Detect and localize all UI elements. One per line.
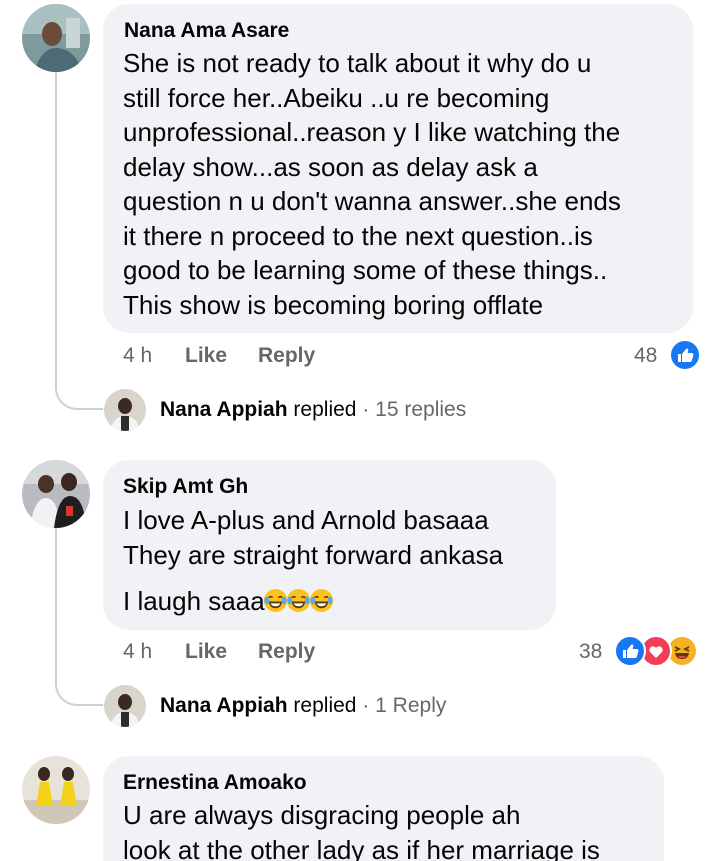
reply-avatar[interactable] bbox=[104, 685, 146, 727]
comment-timestamp[interactable]: 4 h bbox=[123, 640, 152, 664]
like-link[interactable]: Like bbox=[185, 640, 227, 664]
reply-link[interactable]: Reply bbox=[258, 344, 315, 368]
laugh-cry-emoji bbox=[309, 587, 334, 613]
comment-line: good to be learning some of these things… bbox=[123, 255, 608, 285]
comment-line: She is not ready to talk about it why do… bbox=[123, 48, 592, 78]
comment-text: She is not ready to talk about it why do… bbox=[123, 46, 621, 322]
comment-last-line: I laugh saaa bbox=[123, 584, 334, 619]
comment-line: delay show...as soon as delay ask a bbox=[123, 151, 538, 182]
like-icon bbox=[614, 635, 646, 667]
reply-label: Reply bbox=[258, 344, 316, 367]
laugh-cry-emoji bbox=[263, 587, 288, 613]
reply-count: 1 Reply bbox=[375, 694, 447, 717]
comment-line: question n u don't wanna answer..she end… bbox=[123, 186, 621, 216]
comment-line: U are always disgracing people ah bbox=[123, 800, 521, 830]
comment-line: still force her..Abeiku ..u re becoming bbox=[123, 82, 550, 113]
comment-line: it there n proceed to the next question.… bbox=[123, 220, 593, 251]
like-label: Like bbox=[185, 640, 228, 663]
comment-text: U are always disgracing people ah look a… bbox=[123, 798, 600, 861]
separator-dot: · bbox=[362, 398, 370, 421]
reaction-count[interactable]: 48 bbox=[634, 344, 657, 368]
comment-author[interactable]: Skip Amt Gh bbox=[123, 475, 248, 499]
comment-line: This show is becoming boring offlate bbox=[123, 289, 544, 320]
commenter-avatar[interactable] bbox=[22, 4, 90, 72]
reply-avatar[interactable] bbox=[104, 389, 146, 431]
view-replies-link[interactable]: Nana Appiah replied · 15 replies bbox=[160, 398, 466, 422]
replied-verb: replied bbox=[293, 694, 357, 717]
comment-timestamp[interactable]: 4 h bbox=[123, 344, 152, 368]
reply-label: Reply bbox=[258, 640, 316, 663]
comment-line: I laugh saaa bbox=[123, 586, 265, 616]
comment-line: I love A-plus and Arnold basaaa bbox=[123, 505, 489, 535]
separator-dot: · bbox=[362, 694, 370, 717]
comment-line: unprofessional..reason y I like watching… bbox=[123, 117, 621, 147]
reaction-count[interactable]: 38 bbox=[579, 640, 602, 664]
replied-verb: replied bbox=[293, 398, 357, 421]
replier-name: Nana Appiah bbox=[160, 694, 288, 717]
view-replies-link[interactable]: Nana Appiah replied · 1 Reply bbox=[160, 694, 446, 718]
like-label: Like bbox=[185, 344, 228, 367]
commenter-avatar[interactable] bbox=[22, 756, 90, 824]
reply-link[interactable]: Reply bbox=[258, 640, 315, 664]
reply-count: 15 replies bbox=[375, 398, 467, 421]
comment-line: look at the other lady as if her marriag… bbox=[123, 834, 600, 861]
thread-connector bbox=[55, 72, 103, 410]
comment-line: They are straight forward ankasa bbox=[123, 539, 504, 570]
comment-author[interactable]: Nana Ama Asare bbox=[124, 19, 289, 43]
thread-connector bbox=[55, 528, 103, 706]
comment-text: I love A-plus and Arnold basaaa They are… bbox=[123, 503, 503, 572]
laugh-cry-emoji bbox=[286, 587, 311, 613]
replier-name: Nana Appiah bbox=[160, 398, 288, 421]
commenter-avatar[interactable] bbox=[22, 460, 90, 528]
like-icon bbox=[669, 339, 701, 371]
like-link[interactable]: Like bbox=[185, 344, 227, 368]
comment-author[interactable]: Ernestina Amoako bbox=[123, 771, 307, 795]
